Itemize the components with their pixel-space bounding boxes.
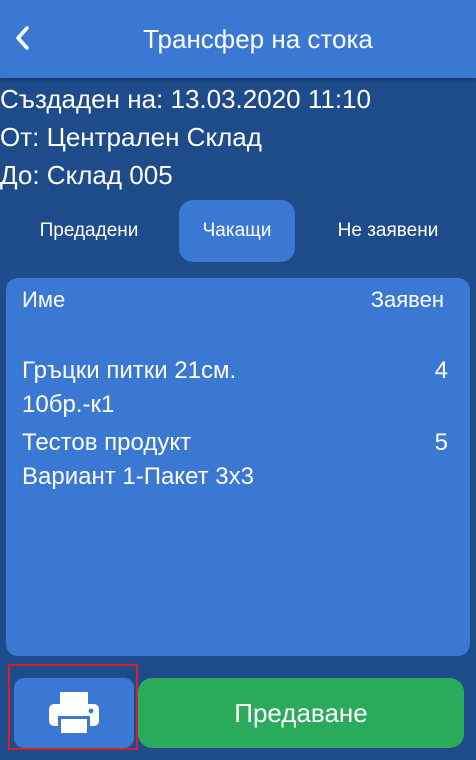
requested-qty: 5	[434, 429, 448, 456]
tab-label: Чакащи	[202, 220, 272, 241]
back-button[interactable]	[6, 20, 38, 56]
created-date: Създаден на: 13.03.2020 11:10	[0, 84, 371, 114]
submit-button[interactable]: Предаване	[138, 678, 464, 748]
column-header-name: Име	[22, 287, 66, 312]
column-header-requested: Заявен	[370, 287, 444, 312]
stock-transfer-screen: Трансфер на стока Създаден на: 13.03.202…	[0, 0, 476, 760]
product-variant: 10бр.-к1	[22, 391, 115, 418]
items-table: Име Заявен Гръцки питки 21см. 10бр.-к1 4…	[6, 278, 470, 656]
page-title: Трансфер на стока	[143, 24, 373, 54]
table-row[interactable]: Гръцки питки 21см. 10бр.-к1 4	[6, 354, 470, 426]
print-button[interactable]	[14, 678, 134, 748]
tab-label: Не заявени	[337, 220, 439, 241]
tab-not-requested[interactable]: Не заявени	[314, 200, 462, 262]
submit-button-label: Предаване	[234, 697, 368, 728]
table-row[interactable]: Тестов продукт Вариант 1-Пакет 3x3 5	[6, 426, 470, 498]
app-header: Трансфер на стока	[0, 0, 476, 78]
printer-icon	[49, 692, 99, 734]
tab-delivered[interactable]: Предадени	[14, 200, 164, 262]
tab-pending[interactable]: Чакащи	[179, 200, 295, 262]
requested-qty: 4	[434, 357, 448, 384]
chevron-left-icon	[16, 26, 29, 50]
destination-warehouse: До: Склад 005	[0, 160, 173, 190]
transfer-info: Създаден на: 13.03.2020 11:10 От: Центра…	[0, 80, 476, 194]
product-name: Гръцки питки 21см.	[22, 357, 237, 384]
product-name: Тестов продукт	[22, 429, 192, 456]
product-variant: Вариант 1-Пакет 3x3	[22, 463, 254, 490]
source-warehouse: От: Централен Склад	[0, 122, 262, 152]
tab-label: Предадени	[39, 220, 139, 241]
status-tabs: Предадени Чакащи Не заявени	[0, 200, 476, 262]
